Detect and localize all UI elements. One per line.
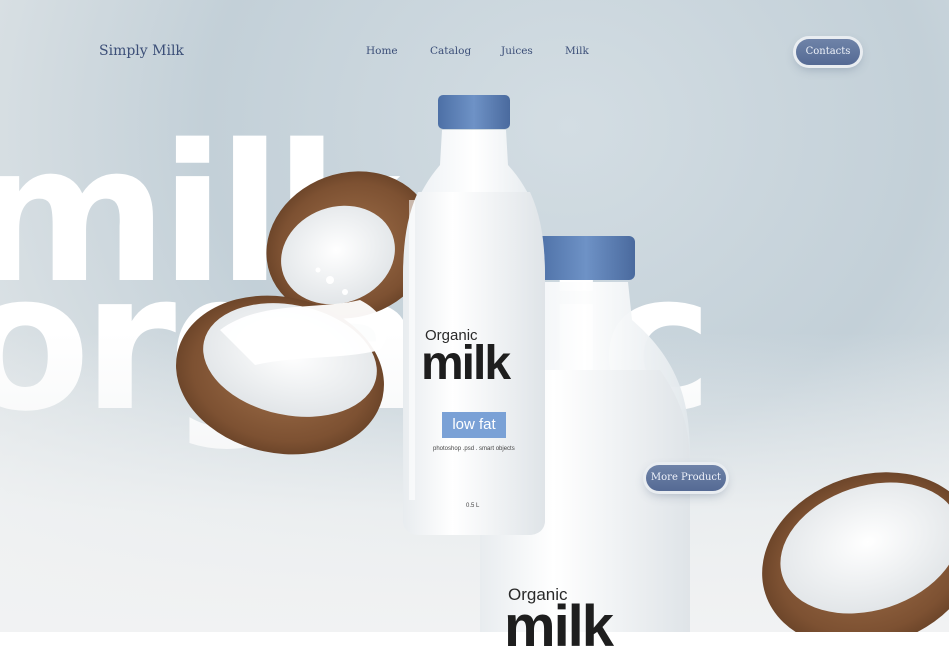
contacts-button[interactable]: Contacts bbox=[796, 39, 860, 65]
back-bottle-cap bbox=[537, 236, 635, 280]
back-label-milk: milk bbox=[504, 594, 614, 659]
coconut-right bbox=[762, 472, 949, 632]
more-product-button[interactable]: More Product bbox=[646, 465, 726, 491]
brand-logo[interactable]: Simply Milk bbox=[99, 43, 184, 59]
front-bottle bbox=[403, 95, 545, 535]
nav-item-catalog[interactable]: Catalog bbox=[430, 45, 471, 57]
front-bottle-cap bbox=[438, 95, 510, 129]
front-label-volume: 0.5 L bbox=[466, 503, 480, 509]
front-label-subtext: photoshop .psd . smart objects bbox=[433, 446, 515, 452]
front-label-milk: milk bbox=[421, 337, 511, 390]
nav-item-home[interactable]: Home bbox=[366, 45, 398, 57]
nav-item-juices[interactable]: Juices bbox=[501, 45, 533, 57]
low-fat-badge: low fat bbox=[442, 412, 506, 438]
nav-item-milk[interactable]: Milk bbox=[565, 45, 589, 57]
top-navigation-bar: Simply Milk Home Catalog Juices Milk Con… bbox=[0, 0, 949, 100]
